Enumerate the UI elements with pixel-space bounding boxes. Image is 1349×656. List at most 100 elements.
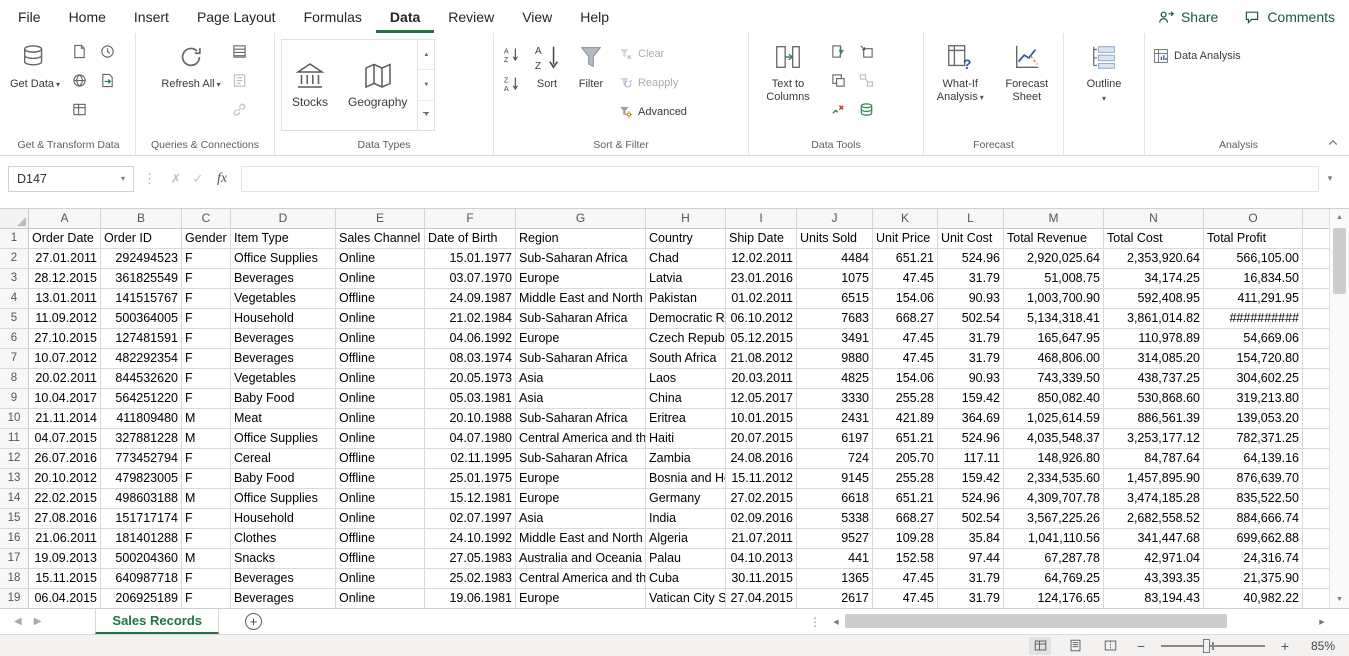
cell-C5[interactable]: F	[182, 309, 231, 329]
cell-O7[interactable]: 154,720.80	[1204, 349, 1303, 369]
gallery-more-icon[interactable]: ▼	[418, 101, 434, 130]
cell-D4[interactable]: Vegetables	[231, 289, 336, 309]
cell-A17[interactable]: 19.09.2013	[29, 549, 101, 569]
cell-I14[interactable]: 27.02.2015	[726, 489, 797, 509]
vertical-scroll-track[interactable]	[1330, 226, 1349, 591]
advanced-filter-button[interactable]: Advanced	[613, 97, 692, 126]
column-header-C[interactable]: C	[182, 209, 231, 229]
cell-N7[interactable]: 314,085.20	[1104, 349, 1204, 369]
cell-G6[interactable]: Europe	[516, 329, 646, 349]
cell-N13[interactable]: 1,457,895.90	[1104, 469, 1204, 489]
cell-O17[interactable]: 24,316.74	[1204, 549, 1303, 569]
cell-C10[interactable]: M	[182, 409, 231, 429]
cell-E9[interactable]: Online	[336, 389, 425, 409]
cell-L7[interactable]: 31.79	[938, 349, 1004, 369]
cell-G8[interactable]: Asia	[516, 369, 646, 389]
cell-J8[interactable]: 4825	[797, 369, 873, 389]
cell-C2[interactable]: F	[182, 249, 231, 269]
sort-button[interactable]: AZ Sort	[525, 35, 569, 91]
cell-H13[interactable]: Bosnia and Herzegovina	[646, 469, 726, 489]
normal-view-button[interactable]	[1029, 637, 1051, 655]
cell-G18[interactable]: Central America and the Caribbean	[516, 569, 646, 589]
geography-button[interactable]: Geography	[338, 40, 417, 130]
cell-O15[interactable]: 884,666.74	[1204, 509, 1303, 529]
column-header-D[interactable]: D	[231, 209, 336, 229]
cell-G4[interactable]: Middle East and North Africa	[516, 289, 646, 309]
cell-B7[interactable]: 482292354	[101, 349, 182, 369]
cell-G7[interactable]: Sub-Saharan Africa	[516, 349, 646, 369]
cell-A10[interactable]: 21.11.2014	[29, 409, 101, 429]
cell-O12[interactable]: 64,139.16	[1204, 449, 1303, 469]
sheet-tab-sales-records[interactable]: Sales Records	[95, 609, 219, 634]
cell-G12[interactable]: Sub-Saharan Africa	[516, 449, 646, 469]
cell-I7[interactable]: 21.08.2012	[726, 349, 797, 369]
cell-O16[interactable]: 699,662.88	[1204, 529, 1303, 549]
cell-I5[interactable]: 06.10.2012	[726, 309, 797, 329]
cell-K14[interactable]: 651.21	[873, 489, 938, 509]
cell-A4[interactable]: 13.01.2011	[29, 289, 101, 309]
scroll-down-icon[interactable]: ▼	[1330, 591, 1349, 608]
cell-D2[interactable]: Office Supplies	[231, 249, 336, 269]
cell-E16[interactable]: Offline	[336, 529, 425, 549]
row-header-11[interactable]: 11	[0, 429, 29, 449]
cell-J2[interactable]: 4484	[797, 249, 873, 269]
row-header-19[interactable]: 19	[0, 589, 29, 608]
cell-H17[interactable]: Palau	[646, 549, 726, 569]
cell-E8[interactable]: Online	[336, 369, 425, 389]
cell-K12[interactable]: 205.70	[873, 449, 938, 469]
cell-O5[interactable]: ##########	[1204, 309, 1303, 329]
column-header-I[interactable]: I	[726, 209, 797, 229]
page-layout-view-button[interactable]	[1064, 637, 1086, 655]
remove-duplicates-button[interactable]	[826, 69, 850, 91]
cell-G13[interactable]: Europe	[516, 469, 646, 489]
cell-N18[interactable]: 43,393.35	[1104, 569, 1204, 589]
get-data-button[interactable]: Get Data▾	[5, 35, 65, 91]
cell-D18[interactable]: Beverages	[231, 569, 336, 589]
comments-button[interactable]: Comments	[1244, 9, 1335, 25]
row-header-12[interactable]: 12	[0, 449, 29, 469]
cell-E17[interactable]: Offline	[336, 549, 425, 569]
cell-K16[interactable]: 109.28	[873, 529, 938, 549]
row-header-13[interactable]: 13	[0, 469, 29, 489]
cell-F1[interactable]: Date of Birth	[425, 229, 516, 249]
row-header-8[interactable]: 8	[0, 369, 29, 389]
cell-F16[interactable]: 24.10.1992	[425, 529, 516, 549]
cell-A11[interactable]: 04.07.2015	[29, 429, 101, 449]
cell-L17[interactable]: 97.44	[938, 549, 1004, 569]
cell-I18[interactable]: 30.11.2015	[726, 569, 797, 589]
manage-data-model-button[interactable]	[854, 98, 878, 120]
cell-K13[interactable]: 255.28	[873, 469, 938, 489]
cell-I13[interactable]: 15.11.2012	[726, 469, 797, 489]
cell-I2[interactable]: 12.02.2011	[726, 249, 797, 269]
existing-connections-button[interactable]	[95, 69, 119, 91]
cell-L3[interactable]: 31.79	[938, 269, 1004, 289]
cell-L9[interactable]: 159.42	[938, 389, 1004, 409]
cell-J1[interactable]: Units Sold	[797, 229, 873, 249]
cell-A6[interactable]: 27.10.2015	[29, 329, 101, 349]
cell-A7[interactable]: 10.07.2012	[29, 349, 101, 369]
cell-B15[interactable]: 151717174	[101, 509, 182, 529]
cell-K6[interactable]: 47.45	[873, 329, 938, 349]
cell-A13[interactable]: 20.10.2012	[29, 469, 101, 489]
cell-B9[interactable]: 564251220	[101, 389, 182, 409]
cell-B14[interactable]: 498603188	[101, 489, 182, 509]
cell-E19[interactable]: Online	[336, 589, 425, 608]
cell-I4[interactable]: 01.02.2011	[726, 289, 797, 309]
row-header-3[interactable]: 3	[0, 269, 29, 289]
column-header-G[interactable]: G	[516, 209, 646, 229]
cell-G5[interactable]: Sub-Saharan Africa	[516, 309, 646, 329]
cell-F6[interactable]: 04.06.1992	[425, 329, 516, 349]
cell-B13[interactable]: 479823005	[101, 469, 182, 489]
cell-C15[interactable]: F	[182, 509, 231, 529]
cell-D12[interactable]: Cereal	[231, 449, 336, 469]
cell-E2[interactable]: Online	[336, 249, 425, 269]
row-header-14[interactable]: 14	[0, 489, 29, 509]
cell-A12[interactable]: 26.07.2016	[29, 449, 101, 469]
cell-L12[interactable]: 117.11	[938, 449, 1004, 469]
cell-N12[interactable]: 84,787.64	[1104, 449, 1204, 469]
cell-O13[interactable]: 876,639.70	[1204, 469, 1303, 489]
cell-F12[interactable]: 02.11.1995	[425, 449, 516, 469]
cell-A3[interactable]: 28.12.2015	[29, 269, 101, 289]
column-header-J[interactable]: J	[797, 209, 873, 229]
cell-J3[interactable]: 1075	[797, 269, 873, 289]
